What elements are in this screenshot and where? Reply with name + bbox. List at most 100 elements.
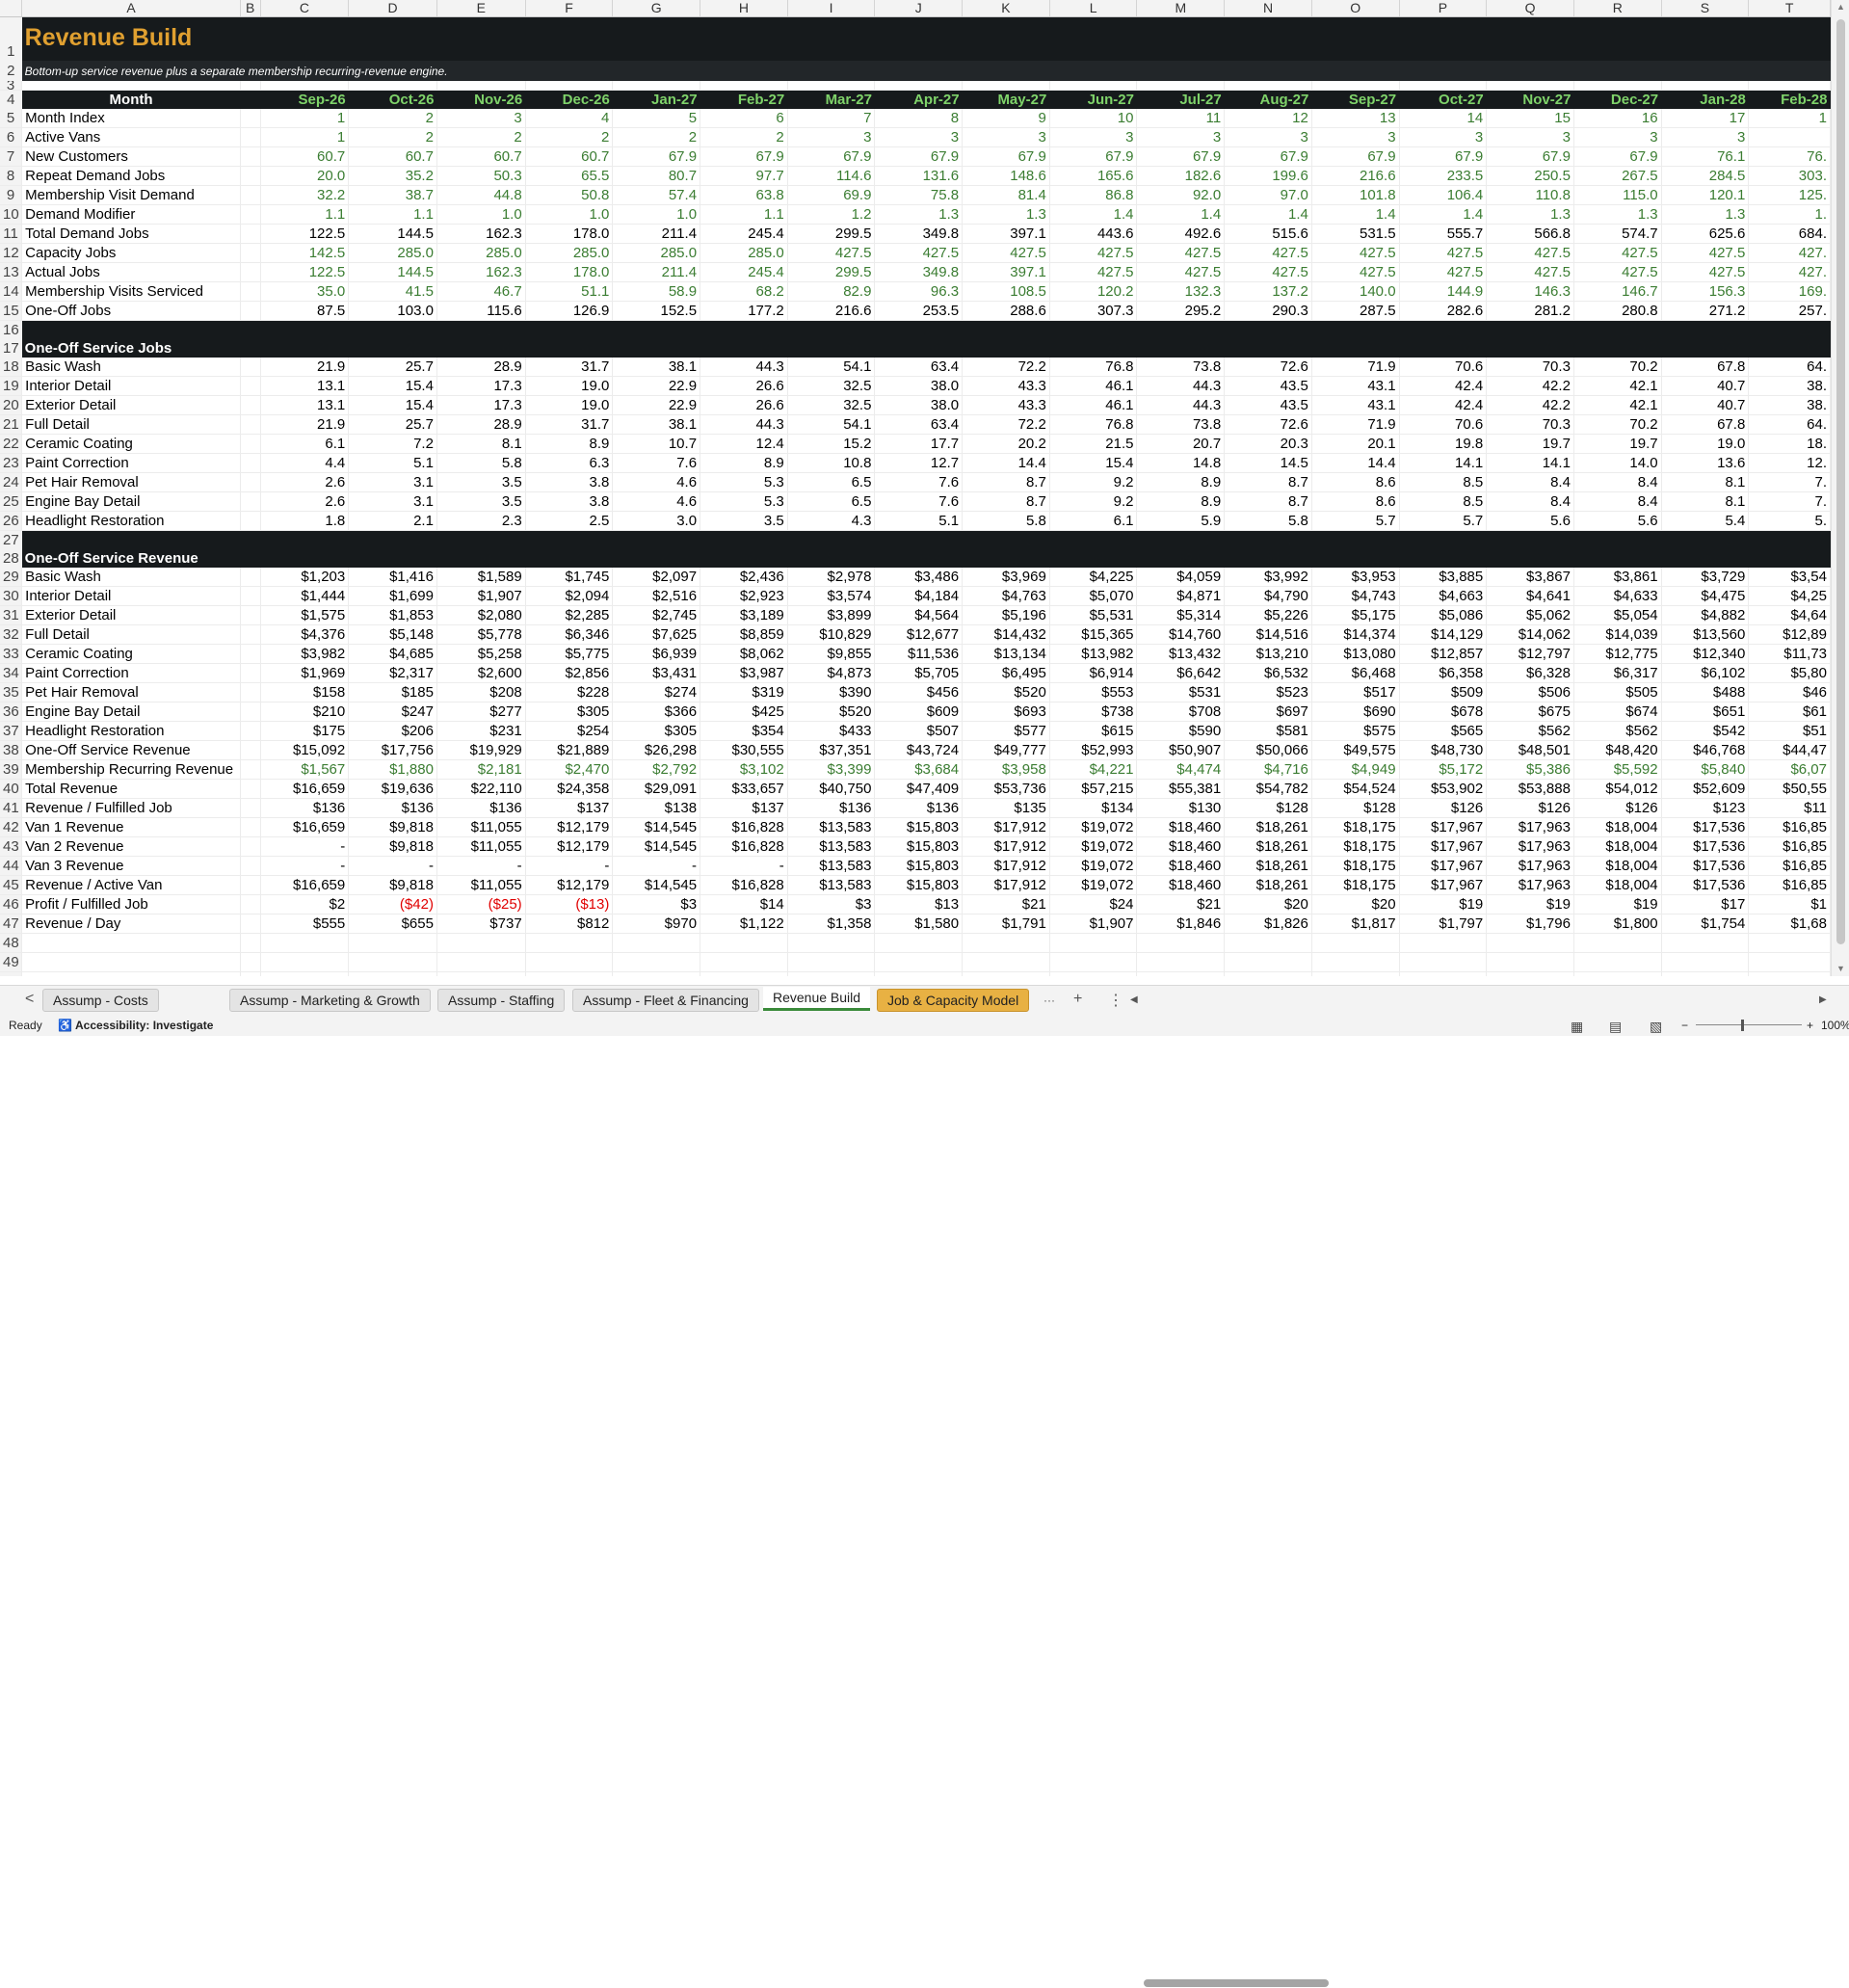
value-cell[interactable]: $2,856 (525, 663, 614, 683)
value-cell[interactable]: $206 (348, 721, 437, 741)
value-cell[interactable]: 12.7 (874, 453, 964, 473)
value-cell[interactable]: $2,080 (436, 605, 526, 625)
value-cell[interactable]: 492.6 (1136, 224, 1226, 244)
row-label[interactable]: Full Detail (21, 624, 241, 645)
column-header[interactable]: L (1049, 0, 1138, 17)
value-cell[interactable]: $305 (525, 702, 614, 722)
value-cell[interactable]: $18,460 (1136, 836, 1226, 857)
value-cell[interactable]: $3,958 (962, 759, 1050, 780)
cell[interactable] (874, 933, 964, 953)
cell[interactable] (240, 109, 261, 128)
value-cell[interactable]: 285.0 (436, 243, 526, 263)
value-cell[interactable]: 73.8 (1136, 358, 1226, 377)
value-cell[interactable]: $13,982 (1049, 644, 1138, 664)
value-cell[interactable]: 1.4 (1136, 204, 1226, 225)
value-cell[interactable]: 17.7 (874, 434, 964, 454)
column-header[interactable]: K (962, 0, 1050, 17)
cell[interactable] (240, 453, 261, 473)
value-cell[interactable]: $390 (787, 682, 876, 702)
value-cell[interactable]: 63.8 (700, 185, 788, 205)
value-cell[interactable]: $3,992 (1224, 568, 1312, 587)
value-cell[interactable]: 3 (1224, 127, 1312, 147)
value-cell[interactable]: $3,899 (787, 605, 876, 625)
value-cell[interactable]: $13,432 (1136, 644, 1226, 664)
value-cell[interactable]: 216.6 (1311, 166, 1400, 186)
value-cell[interactable]: 1.3 (874, 204, 964, 225)
value-cell[interactable]: $43,724 (874, 740, 964, 760)
value-cell[interactable]: $11 (1748, 798, 1831, 818)
row-header[interactable]: 48 (0, 933, 23, 953)
value-cell[interactable]: $2,600 (436, 663, 526, 683)
value-cell[interactable]: $1,699 (348, 586, 437, 606)
row-label[interactable]: Active Vans (21, 127, 241, 147)
value-cell[interactable]: 122.5 (260, 224, 350, 244)
cell[interactable] (1661, 530, 1749, 549)
value-cell[interactable]: 10.8 (787, 453, 876, 473)
value-cell[interactable]: 3 (1573, 127, 1662, 147)
value-cell[interactable]: 14.4 (962, 453, 1050, 473)
cell[interactable] (240, 644, 261, 664)
month-header[interactable]: Sep-27 (1311, 90, 1400, 109)
value-cell[interactable]: $16,828 (700, 817, 788, 837)
value-cell[interactable]: $488 (1661, 682, 1750, 702)
value-cell[interactable]: $1,800 (1573, 914, 1662, 934)
value-cell[interactable]: 8.7 (1224, 491, 1312, 512)
value-cell[interactable]: $6,532 (1224, 663, 1312, 683)
value-cell[interactable]: $14,432 (962, 624, 1050, 645)
value-cell[interactable]: 14.1 (1399, 453, 1488, 473)
row-header[interactable]: 49 (0, 952, 23, 972)
cell[interactable] (1486, 952, 1574, 972)
column-header[interactable]: S (1661, 0, 1750, 17)
cell[interactable] (787, 320, 875, 339)
column-header[interactable]: B (240, 0, 261, 17)
value-cell[interactable]: $18,261 (1224, 836, 1312, 857)
sheet-menu-icon[interactable]: ⋮ (1108, 991, 1123, 1010)
value-cell[interactable]: 427.5 (1661, 243, 1750, 263)
value-cell[interactable]: $208 (436, 682, 526, 702)
value-cell[interactable]: 15.4 (348, 376, 437, 396)
value-cell[interactable]: 54.1 (787, 358, 876, 377)
value-cell[interactable]: $4,376 (260, 624, 350, 645)
cell[interactable] (1311, 320, 1400, 339)
cell[interactable] (240, 127, 261, 147)
value-cell[interactable]: $5,592 (1573, 759, 1662, 780)
row-label[interactable]: Van 1 Revenue (21, 817, 241, 837)
value-cell[interactable]: $4,685 (348, 644, 437, 664)
value-cell[interactable]: 125. (1748, 185, 1831, 205)
month-header[interactable]: Nov-27 (1486, 90, 1574, 109)
value-cell[interactable]: 427.5 (1573, 243, 1662, 263)
value-cell[interactable]: 211.4 (612, 262, 701, 282)
row-header[interactable]: 35 (0, 682, 23, 702)
value-cell[interactable]: $655 (348, 914, 437, 934)
value-cell[interactable]: $13,583 (787, 817, 876, 837)
value-cell[interactable]: $3,982 (260, 644, 350, 664)
cell[interactable] (240, 894, 261, 914)
cell[interactable] (787, 952, 876, 972)
row-label[interactable]: Van 2 Revenue (21, 836, 241, 857)
value-cell[interactable]: $4,871 (1136, 586, 1226, 606)
hscroll-right-icon[interactable]: ▶ (1819, 994, 1827, 1005)
value-cell[interactable]: $136 (874, 798, 964, 818)
value-cell[interactable]: $37,351 (787, 740, 876, 760)
value-cell[interactable]: $5,258 (436, 644, 526, 664)
value-cell[interactable]: $4,882 (1661, 605, 1750, 625)
cell[interactable] (240, 472, 261, 492)
cell[interactable] (260, 81, 350, 91)
value-cell[interactable]: $1,846 (1136, 914, 1226, 934)
value-cell[interactable]: 5.8 (1224, 511, 1312, 531)
value-cell[interactable]: $46,768 (1661, 740, 1750, 760)
row-label[interactable]: Basic Wash (21, 358, 241, 377)
sheet-tab[interactable]: Revenue Build (763, 987, 871, 1011)
value-cell[interactable]: 1.4 (1049, 204, 1138, 225)
row-header[interactable]: 46 (0, 894, 23, 914)
value-cell[interactable]: 5.9 (1136, 511, 1226, 531)
cell[interactable] (700, 81, 788, 91)
cell[interactable] (436, 81, 526, 91)
value-cell[interactable]: $690 (1311, 702, 1400, 722)
value-cell[interactable]: $1,444 (260, 586, 350, 606)
month-header[interactable]: Dec-27 (1573, 90, 1662, 109)
value-cell[interactable]: $9,818 (348, 817, 437, 837)
row-label[interactable]: Ceramic Coating (21, 644, 241, 664)
row-label[interactable]: One-Off Jobs (21, 301, 241, 321)
value-cell[interactable]: $48,420 (1573, 740, 1662, 760)
